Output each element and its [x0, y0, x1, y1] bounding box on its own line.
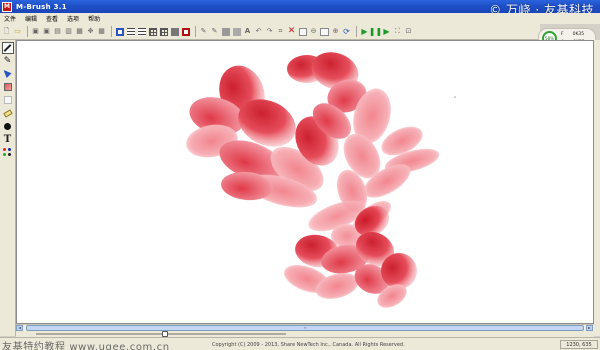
toolbar-separator	[195, 26, 196, 37]
rect-icon[interactable]	[320, 27, 329, 36]
lines-icon[interactable]	[126, 27, 135, 36]
watermark-bottom: 友基特约教程 www.ugee.com.cn	[2, 342, 170, 350]
menu-options[interactable]: 选项	[67, 14, 79, 23]
import-icon[interactable]: ▦	[75, 27, 84, 36]
eraser-tool-icon[interactable]	[2, 107, 14, 119]
copyright-text: Copyright (C) 2009 - 2013, Share NewTech…	[212, 342, 405, 348]
toolbar-separator	[27, 26, 28, 37]
blank-tool-icon[interactable]	[2, 94, 14, 106]
text-tool-icon[interactable]: T	[2, 133, 14, 145]
zoom-slider-track[interactable]	[36, 333, 286, 335]
move-icon[interactable]: ✥	[86, 27, 95, 36]
window-title: M-Brush 3.1	[16, 2, 67, 11]
tool-palette: ✎ T	[0, 40, 16, 336]
fit-icon[interactable]: ⊡	[404, 27, 413, 36]
memory-row: F 0K35	[561, 32, 585, 37]
menu-file[interactable]: 文件	[4, 14, 16, 23]
rotate-icon[interactable]: ⟳	[342, 27, 351, 36]
menu-help[interactable]: 帮助	[88, 14, 100, 23]
brush-b-icon[interactable]: ✎	[210, 27, 219, 36]
zoom-out-icon[interactable]: ⊖	[309, 27, 318, 36]
toolbar-separator	[356, 26, 357, 37]
step-icon[interactable]: ▶	[382, 27, 391, 36]
smudge-icon[interactable]	[232, 27, 241, 36]
delete-icon[interactable]: ✕	[287, 27, 296, 36]
zoom-in-icon[interactable]: ⊕	[331, 27, 340, 36]
menu-edit[interactable]: 编辑	[25, 14, 37, 23]
toolbar-separator	[111, 26, 112, 37]
redo-icon[interactable]: ↷	[265, 27, 274, 36]
right-gutter	[594, 40, 600, 336]
swatch-tool-icon[interactable]	[2, 81, 14, 93]
color-tool-icon[interactable]	[2, 146, 14, 158]
red-frame-icon[interactable]	[181, 27, 190, 36]
pause-icon[interactable]: ❚❚	[369, 27, 382, 36]
stamp-icon[interactable]	[221, 27, 230, 36]
crop-icon[interactable]: ⌗	[276, 27, 285, 36]
grid-icon[interactable]: ▦	[97, 27, 106, 36]
peony-painting	[186, 52, 456, 308]
drawing-canvas[interactable]	[16, 40, 594, 324]
dark-box-icon[interactable]	[170, 27, 179, 36]
play-icon[interactable]: ▶	[360, 27, 369, 36]
cursor-coordinates: 1230, 635	[560, 340, 598, 349]
brush-a-icon[interactable]: ✎	[199, 27, 208, 36]
menu-view[interactable]: 查看	[46, 14, 58, 23]
export-icon[interactable]: ▥	[64, 27, 73, 36]
menu-bar: 文件 编辑 查看 选项 帮助	[0, 13, 600, 24]
open-icon[interactable]: ▭	[13, 27, 22, 36]
canvas-speck	[454, 96, 456, 98]
list-icon[interactable]	[137, 27, 146, 36]
ink-tool-icon[interactable]	[2, 120, 14, 132]
frame-icon[interactable]	[115, 27, 124, 36]
fullscreen-icon[interactable]: ⛶	[393, 27, 402, 36]
text-icon[interactable]: A	[243, 27, 252, 36]
print-icon[interactable]: ▤	[53, 27, 62, 36]
undo-icon[interactable]: ↶	[254, 27, 263, 36]
app-logo-icon[interactable]: M	[2, 1, 12, 12]
brush-tool-icon[interactable]	[1, 42, 14, 54]
blank-icon[interactable]	[298, 27, 307, 36]
save-icon[interactable]: ▣	[31, 27, 40, 36]
layers-icon[interactable]	[148, 27, 157, 36]
table-icon[interactable]	[159, 27, 168, 36]
horizontal-scrollbar[interactable]: ◄ ≡ ►	[16, 324, 594, 331]
status-bar: 友基特约教程 www.ugee.com.cn Copyright (C) 200…	[0, 337, 600, 350]
new-icon[interactable]: 🗋	[2, 27, 11, 36]
save-as-icon[interactable]: ▣	[42, 27, 51, 36]
fill-tool-icon[interactable]	[2, 68, 14, 80]
pen-tool-icon[interactable]: ✎	[2, 55, 14, 67]
toolbar: 🗋 ▭ ▣ ▣ ▤ ▥ ▦ ✥ ▦ ✎ ✎ A ↶ ↷ ⌗ ✕ ⊖ ⊕ ⟳ ▶ …	[0, 24, 540, 40]
